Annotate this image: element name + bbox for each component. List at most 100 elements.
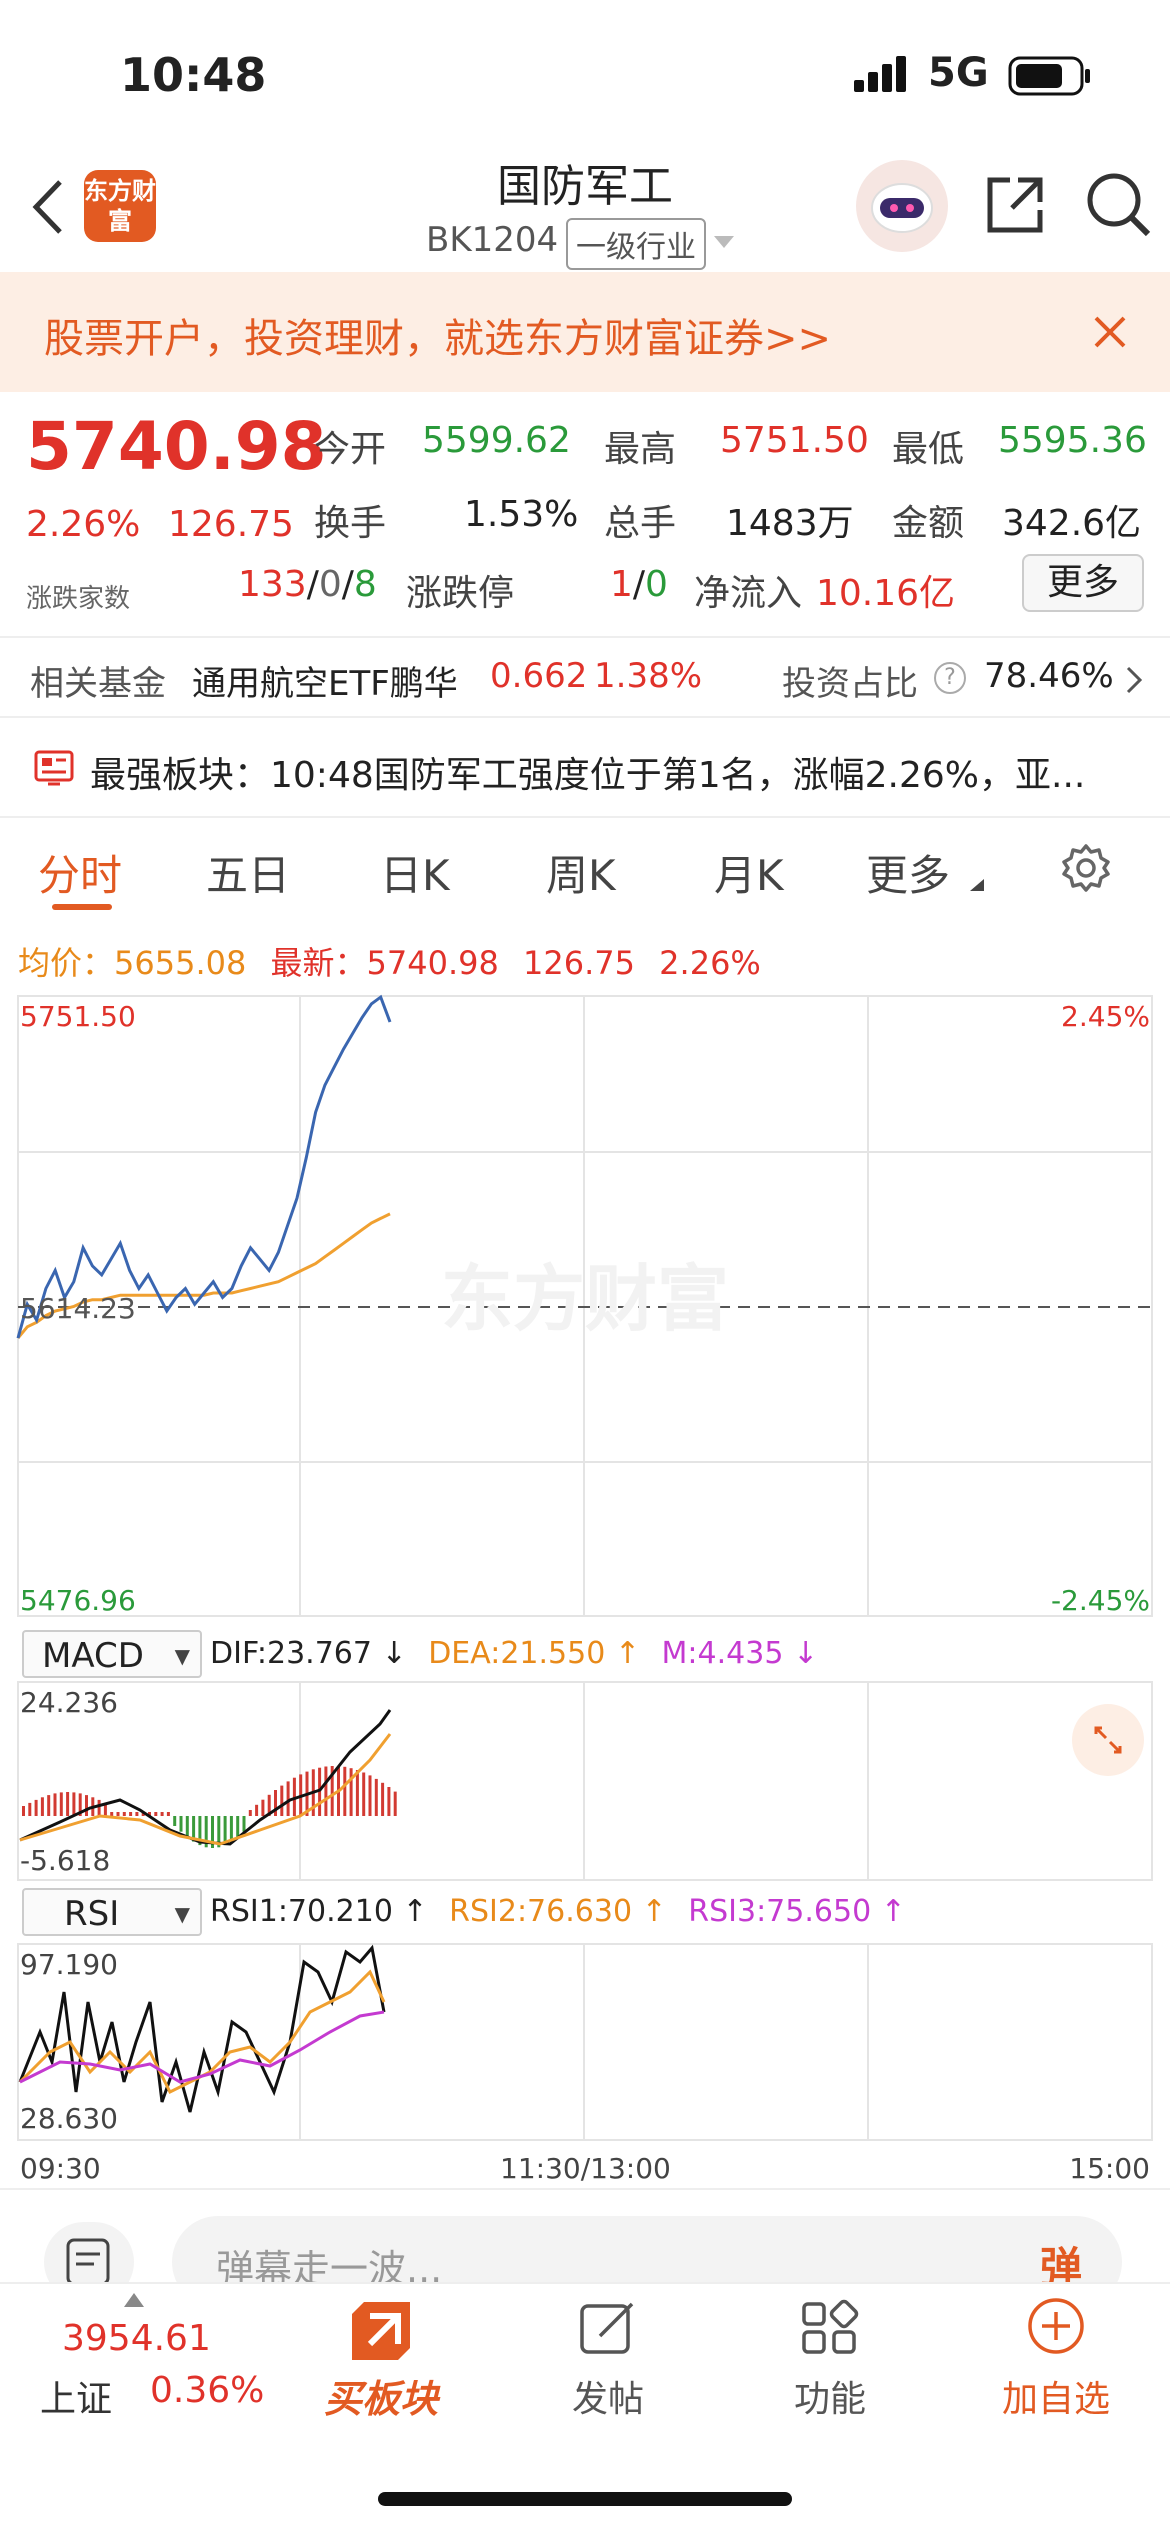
add-watchlist-label[interactable]: 加自选	[990, 2370, 1122, 2422]
tab-more[interactable]: 更多	[866, 842, 950, 903]
rsi1: RSI1:70.210 ↑	[210, 1894, 428, 1929]
news-text[interactable]: 最强板块：10:48国防军工强度位于第1名，涨幅2.26%，亚...	[90, 746, 1150, 798]
close-icon[interactable]	[1090, 312, 1130, 352]
index-pct[interactable]: 0.36%	[150, 2370, 264, 2411]
post-icon[interactable]	[578, 2298, 638, 2358]
macd-bar	[393, 1791, 397, 1816]
latest-change: 126.75	[523, 944, 635, 982]
index-value[interactable]: 3954.61	[62, 2318, 211, 2359]
macd-bar	[28, 1802, 32, 1816]
function-label[interactable]: 功能	[770, 2370, 890, 2422]
help-icon[interactable]: ?	[934, 662, 966, 694]
network-label: 5G	[928, 50, 989, 96]
fund-price: 0.662	[490, 656, 588, 696]
buy-sector-icon[interactable]	[344, 2296, 420, 2366]
macd-dea: DEA:21.550 ↑	[428, 1636, 640, 1671]
rsi-chart[interactable]	[0, 1942, 1170, 2142]
rsi-selector-label: RSI	[64, 1894, 120, 1934]
x-axis-start: 09:30	[20, 2152, 101, 2185]
macd-bar	[135, 1812, 139, 1816]
news-icon	[34, 748, 74, 788]
rsi-selector[interactable]: RSI ▼	[22, 1888, 202, 1936]
macd-bar	[53, 1793, 57, 1816]
pct-axis-top: 2.45%	[1061, 1000, 1150, 1033]
volume-value: 1483万	[726, 503, 854, 544]
rsi-values: RSI1:70.210 ↑ RSI2:76.630 ↑ RSI3:75.650 …	[210, 1894, 906, 1929]
home-indicator	[378, 2492, 792, 2506]
macd-selector[interactable]: MACD ▼	[22, 1630, 202, 1678]
macd-bar	[85, 1795, 88, 1816]
status-time: 10:48	[120, 48, 267, 102]
macd-bar	[229, 1816, 233, 1842]
macd-histogram	[22, 1766, 397, 1848]
tab-daily-k[interactable]: 日K	[380, 842, 450, 903]
macd-bar	[248, 1810, 252, 1816]
expand-icon[interactable]	[1072, 1704, 1144, 1776]
avg-label: 均价：	[18, 944, 115, 982]
macd-bar	[110, 1812, 114, 1816]
macd-bar	[236, 1816, 240, 1837]
turnover-label: 换手	[314, 503, 387, 544]
breadth-up: 133	[238, 564, 307, 605]
macd-bar	[72, 1792, 76, 1816]
ratio-label: 投资占比	[782, 664, 918, 704]
more-button[interactable]: 更多	[1022, 554, 1144, 612]
high-value: 5751.50	[720, 420, 869, 461]
buy-sector-label[interactable]: 买板块	[324, 2368, 438, 2423]
y-axis-top: 5751.50	[20, 1000, 136, 1033]
macd-bar	[362, 1772, 366, 1816]
share-icon[interactable]	[982, 172, 1048, 238]
macd-selector-label: MACD	[42, 1636, 144, 1676]
macd-bar	[343, 1766, 347, 1816]
battery-icon	[1008, 56, 1092, 96]
post-label[interactable]: 发帖	[548, 2370, 668, 2422]
promo-text[interactable]: 股票开户，投资理财，就选东方财富证券>>	[44, 306, 831, 364]
latest-value: 5740.98	[366, 944, 499, 982]
macd-bar	[47, 1795, 51, 1816]
divider	[0, 716, 1170, 718]
macd-bar	[185, 1816, 189, 1837]
macd-bar	[349, 1768, 353, 1816]
latest-label: 最新：	[270, 944, 367, 982]
chevron-right-icon[interactable]	[1124, 664, 1144, 696]
price-chart[interactable]: 东方财富	[0, 994, 1170, 1624]
tab-monthly-k[interactable]: 月K	[714, 842, 784, 903]
macd-bar	[116, 1812, 120, 1816]
chart-info: 均价：5655.08 最新：5740.98 126.75 2.26%	[18, 938, 761, 984]
rsi3: RSI3:75.650 ↑	[688, 1894, 906, 1929]
robot-assistant-icon[interactable]	[856, 160, 948, 252]
search-icon[interactable]	[1084, 170, 1154, 240]
index-name[interactable]: 上证	[40, 2370, 112, 2422]
pct-axis-bottom: -2.45%	[1050, 1584, 1150, 1617]
macd-bar	[255, 1804, 259, 1816]
macd-bar	[242, 1816, 246, 1832]
latest-pct: 2.26%	[659, 944, 761, 982]
tab-5day[interactable]: 五日	[206, 842, 290, 903]
add-watchlist-icon[interactable]	[1026, 2296, 1086, 2356]
macd-bar	[66, 1792, 70, 1816]
amount-value: 342.6亿	[1002, 503, 1142, 544]
macd-chart[interactable]	[0, 1680, 1170, 1884]
tab-intraday[interactable]: 分时	[38, 842, 122, 903]
tab-weekly-k[interactable]: 周K	[546, 842, 616, 903]
limit-label: 涨跌停	[406, 573, 515, 614]
fund-name[interactable]: 通用航空ETF鹏华	[192, 656, 458, 705]
signal-icon	[852, 56, 916, 96]
macd-bar	[355, 1770, 359, 1816]
settings-gear-icon[interactable]	[1060, 842, 1112, 894]
macd-bar	[280, 1785, 284, 1816]
x-axis-end: 15:00	[1069, 2152, 1150, 2185]
macd-bar	[22, 1806, 25, 1816]
function-grid-icon[interactable]	[800, 2298, 860, 2358]
tab-more-arrow-icon	[970, 876, 984, 891]
dropdown-arrow-icon[interactable]	[712, 234, 736, 250]
app-root: 10:48 5G 东方财富 国防军工 BK1204 一级行业 股票开户，投资理财…	[0, 0, 1170, 2532]
macd-bar	[368, 1775, 372, 1816]
rsi-y-bottom: 28.630	[20, 2102, 118, 2135]
macd-bar	[179, 1816, 183, 1832]
macd-bar	[122, 1812, 126, 1816]
divider	[0, 2188, 1170, 2190]
macd-bar	[286, 1781, 290, 1816]
amount-label: 金额	[892, 503, 965, 544]
macd-m: M:4.435 ↓	[661, 1636, 819, 1671]
